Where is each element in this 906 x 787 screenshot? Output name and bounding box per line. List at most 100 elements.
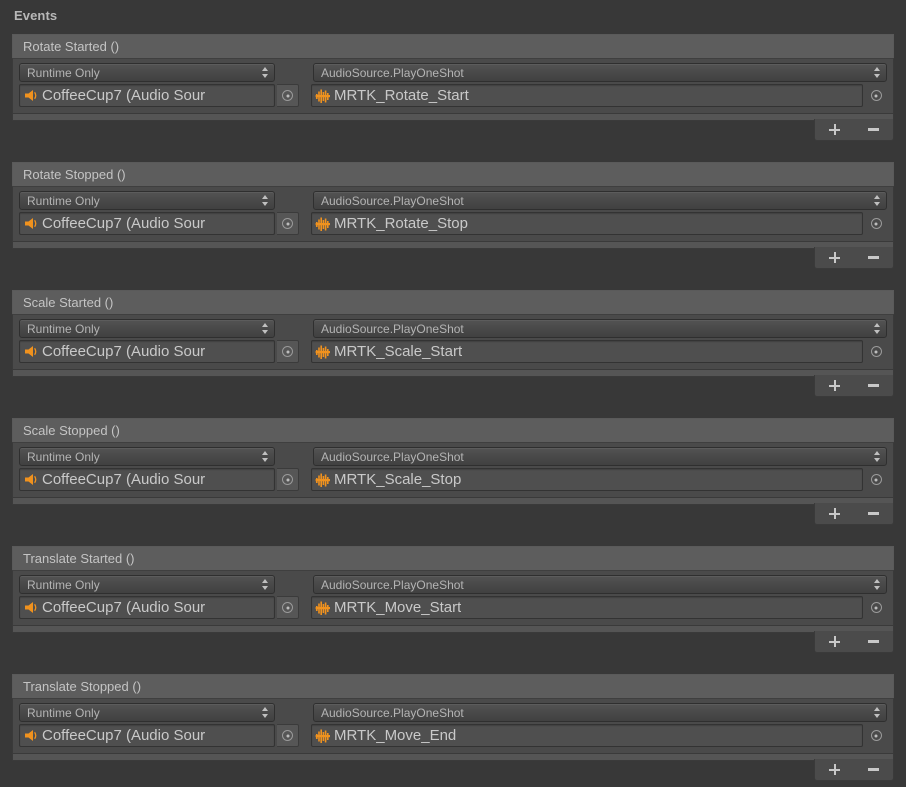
event-call-row: Runtime Only AudioSource.PlayOneShot Coffe… [19,319,887,363]
add-event-listener-button[interactable] [821,505,849,523]
timing-dropdown[interactable]: Runtime Only [19,703,275,722]
target-object-field[interactable]: CoffeeCup7 (Audio Sour [19,340,275,363]
argument-object-picker-button[interactable] [865,724,887,747]
argument-object-picker-button[interactable] [865,596,887,619]
function-dropdown[interactable]: AudioSource.PlayOneShot [313,703,887,722]
argument-object-label: MRTK_Rotate_Start [334,87,469,104]
argument-object-picker-button[interactable] [865,212,887,235]
target-object-picker-button[interactable] [277,212,299,235]
remove-event-listener-button[interactable] [860,761,888,779]
target-object-picker-button[interactable] [277,596,299,619]
target-select-icon [870,218,882,229]
add-event-listener-button[interactable] [821,761,849,779]
chevron-updown-icon [261,578,270,591]
event-group-header[interactable]: Rotate Started () [12,34,894,58]
function-dropdown[interactable]: AudioSource.PlayOneShot [313,63,887,82]
argument-object-picker-button[interactable] [865,340,887,363]
event-group-header[interactable]: Scale Stopped () [12,418,894,442]
argument-object-picker-button[interactable] [865,84,887,107]
call-row-bottom: CoffeeCup7 (Audio Sour MRTK_Rotate_Start [19,84,887,107]
event-call-list: Runtime Only AudioSource.PlayOneShot Coffe… [12,314,894,370]
call-row-bottom: CoffeeCup7 (Audio Sour MRTK_Scale_Stop [19,468,887,491]
function-dropdown[interactable]: AudioSource.PlayOneShot [313,191,887,210]
event-group: Scale Started () Runtime Only AudioSource.… [12,290,894,377]
event-group: Rotate Started () Runtime Only AudioSource… [12,34,894,121]
call-row-top: Runtime Only AudioSource.PlayOneShot [19,63,887,82]
target-object-picker-button[interactable] [277,84,299,107]
remove-event-listener-button[interactable] [860,505,888,523]
remove-event-listener-button[interactable] [860,121,888,139]
audio-source-speaker-icon [23,216,39,231]
chevron-updown-icon [873,706,882,719]
call-row-bottom: CoffeeCup7 (Audio Sour MRTK_Rotate_Stop [19,212,887,235]
target-select-icon [282,346,293,357]
argument-object-field[interactable]: MRTK_Move_Start [311,596,863,619]
audio-clip-waveform-icon [315,89,331,103]
target-object-field[interactable]: CoffeeCup7 (Audio Sour [19,596,275,619]
target-object-picker-button[interactable] [277,468,299,491]
call-row-top: Runtime Only AudioSource.PlayOneShot [19,191,887,210]
chevron-updown-icon [261,194,270,207]
target-select-icon [282,602,293,613]
timing-dropdown[interactable]: Runtime Only [19,575,275,594]
function-dropdown[interactable]: AudioSource.PlayOneShot [313,447,887,466]
timing-dropdown-label: Runtime Only [27,193,100,208]
list-add-remove-bar [814,759,894,781]
target-select-icon [870,90,882,101]
event-group-header[interactable]: Scale Started () [12,290,894,314]
target-object-label: CoffeeCup7 (Audio Sour [42,343,206,360]
remove-event-listener-button[interactable] [860,249,888,267]
call-row-top: Runtime Only AudioSource.PlayOneShot [19,575,887,594]
event-group-header[interactable]: Translate Started () [12,546,894,570]
add-event-listener-button[interactable] [821,377,849,395]
target-object-field[interactable]: CoffeeCup7 (Audio Sour [19,212,275,235]
audio-source-speaker-icon [23,728,39,743]
chevron-updown-icon [261,66,270,79]
event-group-title: Rotate Started () [23,39,120,54]
add-event-listener-button[interactable] [821,633,849,651]
event-group-header[interactable]: Rotate Stopped () [12,162,894,186]
chevron-updown-icon [261,450,270,463]
remove-event-listener-button[interactable] [860,377,888,395]
target-object-label: CoffeeCup7 (Audio Sour [42,471,206,488]
argument-object-field[interactable]: MRTK_Scale_Stop [311,468,863,491]
target-select-icon [870,474,882,485]
remove-event-listener-button[interactable] [860,633,888,651]
event-group-header[interactable]: Translate Stopped () [12,674,894,698]
audio-clip-waveform-icon [315,729,331,743]
timing-dropdown-label: Runtime Only [27,449,100,464]
function-dropdown[interactable]: AudioSource.PlayOneShot [313,575,887,594]
target-object-field[interactable]: CoffeeCup7 (Audio Sour [19,84,275,107]
timing-dropdown[interactable]: Runtime Only [19,63,275,82]
function-dropdown-label: AudioSource.PlayOneShot [321,65,464,80]
argument-object-field[interactable]: MRTK_Move_End [311,724,863,747]
chevron-updown-icon [261,322,270,335]
function-dropdown-label: AudioSource.PlayOneShot [321,321,464,336]
target-select-icon [282,474,293,485]
add-event-listener-button[interactable] [821,121,849,139]
event-call-list: Runtime Only AudioSource.PlayOneShot Coffe… [12,58,894,114]
event-group-title: Translate Stopped () [23,679,142,694]
event-call-row: Runtime Only AudioSource.PlayOneShot Coffe… [19,575,887,619]
target-object-field[interactable]: CoffeeCup7 (Audio Sour [19,468,275,491]
timing-dropdown[interactable]: Runtime Only [19,447,275,466]
argument-object-field[interactable]: MRTK_Rotate_Stop [311,212,863,235]
target-object-label: CoffeeCup7 (Audio Sour [42,599,206,616]
target-object-field[interactable]: CoffeeCup7 (Audio Sour [19,724,275,747]
add-event-listener-button[interactable] [821,249,849,267]
timing-dropdown-label: Runtime Only [27,705,100,720]
target-object-picker-button[interactable] [277,724,299,747]
audio-source-speaker-icon [23,88,39,103]
target-object-picker-button[interactable] [277,340,299,363]
timing-dropdown[interactable]: Runtime Only [19,191,275,210]
list-add-remove-bar [814,375,894,397]
function-dropdown[interactable]: AudioSource.PlayOneShot [313,319,887,338]
event-call-row: Runtime Only AudioSource.PlayOneShot Coffe… [19,191,887,235]
argument-object-field[interactable]: MRTK_Scale_Start [311,340,863,363]
argument-object-picker-button[interactable] [865,468,887,491]
argument-object-field[interactable]: MRTK_Rotate_Start [311,84,863,107]
target-select-icon [282,90,293,101]
timing-dropdown-label: Runtime Only [27,65,100,80]
call-row-top: Runtime Only AudioSource.PlayOneShot [19,703,887,722]
timing-dropdown[interactable]: Runtime Only [19,319,275,338]
